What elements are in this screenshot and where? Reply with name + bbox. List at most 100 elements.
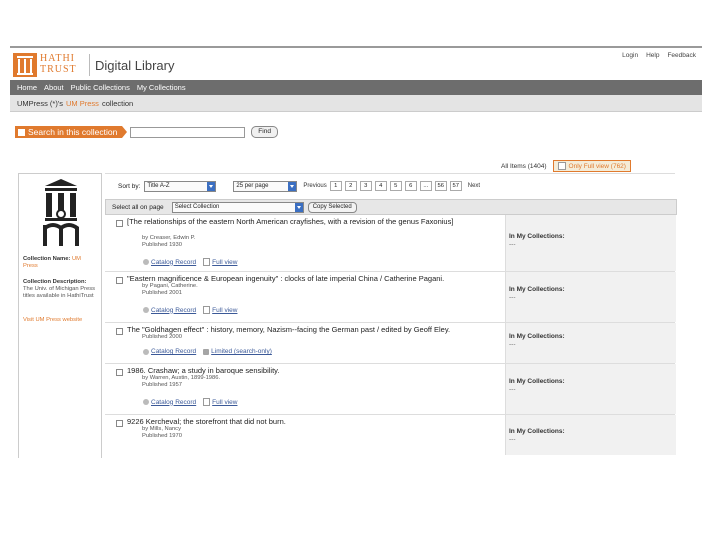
catalog-icon [143,399,149,405]
item-author: by Mills, Nancy [142,426,181,432]
collection-search: Search in this collection Find [15,126,278,138]
search-input[interactable] [130,126,246,138]
list-item: 1986. Crashaw; a study in baroque sensib… [105,364,676,415]
list-item: "Eastern magnificence & European ingenui… [105,272,676,323]
logo-divider [89,54,90,76]
results-panel: Sort by: Title A-Z 25 per page Previous … [105,173,677,458]
site-header: HATHI TRUST Digital Library Login Help F… [10,48,702,80]
document-icon [203,398,211,406]
um-press-logo-icon [43,179,79,246]
catalog-record-link[interactable]: Catalog Record [143,348,196,355]
full-view-link[interactable]: Full view [203,306,237,314]
select-collection-dropdown[interactable]: Select Collection [171,201,304,213]
page-ellipsis: ... [419,181,432,191]
catalog-icon [143,307,149,313]
select-all-label[interactable]: Select all on page [112,204,164,211]
help-link[interactable]: Help [646,52,659,59]
item-author: by Creaser, Edwin P. [142,235,196,241]
item-checkbox[interactable] [116,328,123,335]
item-checkbox[interactable] [116,420,123,427]
full-view-label: Only Full view (762) [568,162,626,170]
item-title[interactable]: "Eastern magnificence & European ingenui… [127,274,497,283]
item-checkbox[interactable] [116,277,123,284]
page-5[interactable]: 5 [389,181,402,191]
document-icon [203,306,211,314]
tab-all-items[interactable]: All Items (1404) [498,161,550,171]
my-collections-cell: In My Collections: --- [505,364,676,414]
catalog-record-link[interactable]: Catalog Record [143,258,196,266]
page-4[interactable]: 4 [374,181,387,191]
login-link[interactable]: Login [622,52,638,59]
catalog-icon [143,259,149,265]
nav-public-collections[interactable]: Public Collections [71,83,130,92]
search-label: Search in this collection [15,126,123,138]
full-view-link[interactable]: Full view [203,258,237,266]
item-links: Catalog Record Limited (search-only) [143,348,272,355]
in-my-collections-label: In My Collections: [509,286,565,293]
page-6[interactable]: 6 [404,181,417,191]
collection-title-bar: UMPress (*)'s UM Press collection [10,95,702,112]
item-title[interactable]: The "Goldhagen effect" : history, memory… [127,325,497,334]
limited-view-link[interactable]: Limited (search-only) [203,348,272,355]
nav-about[interactable]: About [44,83,64,92]
search-label-text: Search in this collection [28,127,118,137]
item-title[interactable]: 9226 Kercheval; the storefront that did … [127,417,497,426]
item-links: Catalog Record Full view [143,258,237,266]
item-checkbox[interactable] [116,220,123,227]
in-my-collections-value: --- [509,436,516,443]
catalog-record-link[interactable]: Catalog Record [143,398,196,406]
full-view-text: Full view [212,306,238,314]
tab-full-view[interactable]: Only Full view (762) [552,160,631,172]
main-nav: Home About Public Collections My Collect… [10,80,702,95]
my-collections-cell: In My Collections: --- [505,215,676,271]
collection-name: UM Press [66,98,99,108]
sort-label: Sort by: [118,182,141,190]
pagination: Previous 1 2 3 4 5 6 ... 56 57 Next [303,181,480,191]
nav-home[interactable]: Home [17,83,37,92]
limited-view-text: Limited (search-only) [211,348,272,355]
search-square-icon [18,128,25,136]
item-published: Published 1930 [142,242,182,248]
search-arrow-icon [122,126,128,138]
collection-description-label: Collection Description: [23,279,87,285]
nav-my-collections[interactable]: My Collections [137,83,186,92]
lock-icon [203,348,210,355]
find-button[interactable]: Find [251,126,278,138]
my-collections-cell: In My Collections: --- [505,272,676,322]
collection-name-block: Collection Name: UM Press [23,256,97,270]
page-1[interactable]: 1 [329,181,342,191]
full-view-link[interactable]: Full view [203,398,237,406]
in-my-collections-label: In My Collections: [509,378,565,385]
next-page[interactable]: Next [468,183,480,189]
page-57[interactable]: 57 [449,181,462,191]
in-my-collections-value: --- [509,241,516,248]
catalog-record-link[interactable]: Catalog Record [143,306,196,314]
catalog-record-text: Catalog Record [151,258,197,266]
in-my-collections-label: In My Collections: [509,428,565,435]
item-checkbox[interactable] [116,369,123,376]
catalog-record-text: Catalog Record [151,348,197,355]
sort-select[interactable]: Title A-Z [144,180,217,192]
my-collections-cell: In My Collections: --- [505,323,676,363]
item-title[interactable]: [The relationships of the eastern North … [127,217,497,226]
chevron-down-icon [294,202,303,212]
item-published: Published 2000 [142,334,182,340]
page-3[interactable]: 3 [359,181,372,191]
per-page-value: 25 per page [236,182,269,189]
page-56[interactable]: 56 [434,181,447,191]
feedback-link[interactable]: Feedback [667,52,696,59]
collection-owner: UMPress (*)'s [17,98,64,108]
collection-description-text: The Univ. of Michigan Press titles avail… [23,286,96,299]
item-title[interactable]: 1986. Crashaw; a study in baroque sensib… [127,366,497,375]
list-item: [The relationships of the eastern North … [105,215,676,272]
collection-description-block: Collection Description: The Univ. of Mic… [23,279,97,300]
full-view-checkbox[interactable] [557,162,566,170]
per-page-select[interactable]: 25 per page [233,180,298,192]
copy-selected-button[interactable]: Copy Selected [307,201,357,213]
hathitrust-logo-icon[interactable] [13,53,37,77]
document-icon [203,258,211,266]
visit-um-press-link[interactable]: Visit UM Press website [23,317,97,324]
sort-toolbar: Sort by: Title A-Z 25 per page Previous … [105,173,675,198]
page-2[interactable]: 2 [344,181,357,191]
previous-page[interactable]: Previous [303,183,326,189]
